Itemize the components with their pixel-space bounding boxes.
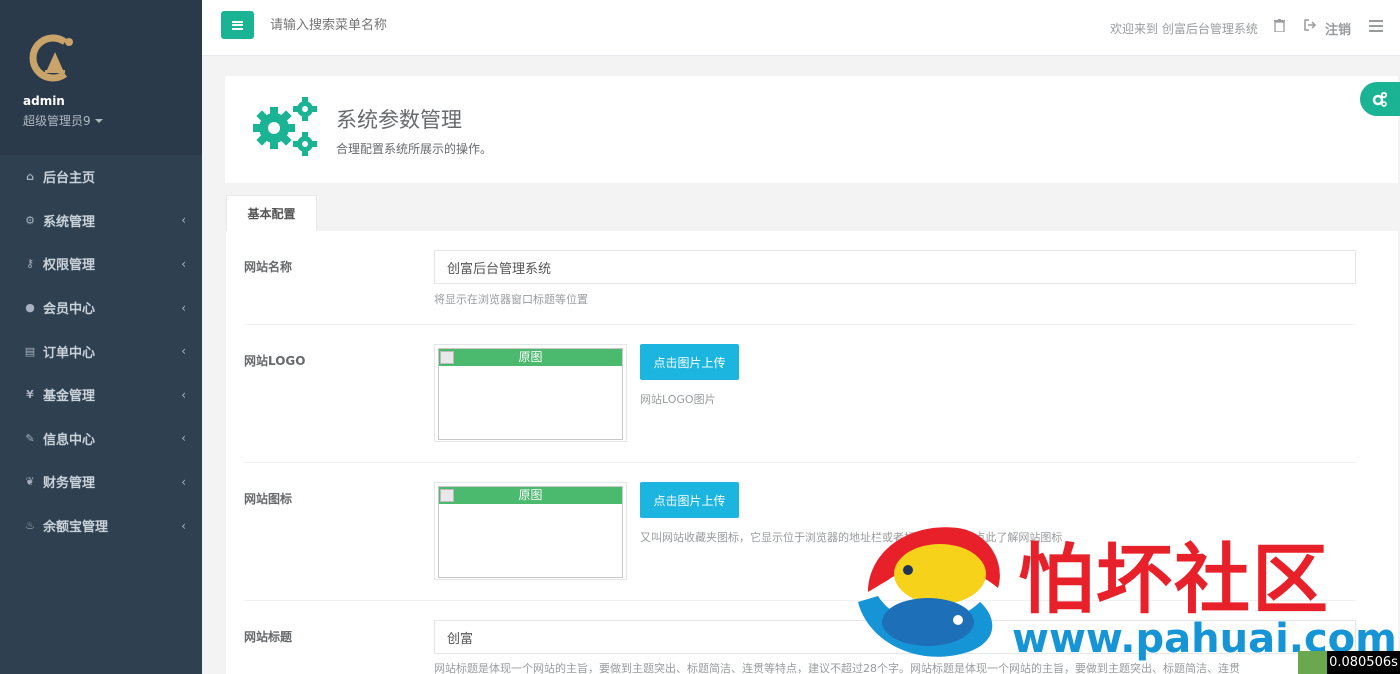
gears-icon [253, 97, 317, 156]
sidebar-item-1[interactable]: ⚙ 系统管理 ‹ [0, 199, 202, 243]
sidebar-item-label: 基金管理 [43, 389, 96, 405]
sidebar: admin 超级管理员9 ⌂ 后台主页 ⚙ 系统管理 ‹ ⚷ 权限管理 ‹ ● 会员中心 ‹ ▤ 订单中… [0, 0, 202, 674]
user-role-dropdown[interactable]: 超级管理员9 [23, 112, 202, 129]
search-input[interactable] [270, 18, 570, 33]
chevron-left-icon: ‹ [181, 474, 186, 489]
site-title-help: 网站标题是体现一个网站的主旨，要做到主题突出、标题简洁、连贯等特点，建议不超过2… [434, 662, 1240, 674]
sidebar-item-0[interactable]: ⌂ 后台主页 [0, 155, 202, 199]
caret-down-icon [94, 118, 103, 123]
debug-toolbar-icon[interactable] [1298, 651, 1327, 674]
site-logo-preview: 原图 [434, 344, 627, 442]
chevron-left-icon: ‹ [181, 256, 186, 271]
chevron-left-icon: ‹ [181, 344, 186, 359]
logout-link[interactable]: 注销 [1325, 19, 1351, 38]
sidebar-item-5[interactable]: ¥ 基金管理 ‹ [0, 373, 202, 417]
user-role: 超级管理员9 [23, 114, 91, 128]
site-name-help: 将显示在浏览器窗口标题等位置 [434, 293, 588, 306]
user-name[interactable]: admin [23, 94, 202, 108]
fire-icon: ♨ [25, 519, 35, 533]
sidebar-item-8[interactable]: ♨ 余额宝管理 ‹ [0, 504, 202, 548]
page-subtitle: 合理配置系统所展示的操作。 [336, 142, 493, 156]
thumb-caption: 原图 [439, 487, 622, 504]
welcome-text: 欢迎来到 创富后台管理系统 [1110, 22, 1258, 36]
sidebar-item-label: 权限管理 [43, 258, 96, 274]
upload-icon-button[interactable]: 点击图片上传 [640, 482, 739, 518]
sidebar-item-label: 余额宝管理 [43, 520, 109, 536]
broken-image-icon [440, 489, 454, 502]
tab-basic-config[interactable]: 基本配置 [226, 195, 317, 231]
site-icon-preview: 原图 [434, 482, 627, 580]
site-title-input[interactable]: 创富 [434, 620, 1356, 654]
gears-icon: ⚙ [25, 213, 35, 227]
config-form: 网站名称 创富后台管理系统 将显示在浏览器窗口标题等位置 网站LOGO 原图 点… [226, 231, 1398, 674]
sidebar-item-3[interactable]: ● 会员中心 ‹ [0, 286, 202, 330]
form-row-site-icon: 网站图标 原图 点击图片上传 又叫网站收藏夹图标，它显示位于浏览器的地址栏或者标… [244, 482, 1356, 602]
user-icon: ● [25, 301, 35, 315]
chevron-left-icon: ‹ [181, 518, 186, 533]
debug-timer[interactable]: 0.080506s [1327, 651, 1400, 674]
toggle-sidebar-button[interactable] [221, 11, 254, 39]
form-row-site-title: 网站标题 创富 网站标题是体现一个网站的主旨，要做到主题突出、标题简洁、连贯等特… [244, 620, 1356, 674]
profile-panel: admin 超级管理员9 [0, 0, 202, 155]
sidebar-item-label: 信息中心 [43, 432, 96, 448]
sidebar-item-label: 财务管理 [43, 476, 96, 492]
site-icon-label: 网站图标 [244, 492, 293, 506]
sidebar-item-2[interactable]: ⚷ 权限管理 ‹ [0, 242, 202, 286]
form-row-site-logo: 网站LOGO 原图 点击图片上传 网站LOGO图片 [244, 344, 1356, 464]
divider [244, 462, 1356, 463]
sidebar-nav: ⌂ 后台主页 ⚙ 系统管理 ‹ ⚷ 权限管理 ‹ ● 会员中心 ‹ ▤ 订单中心 ‹ ¥ 基金管理 ‹ ✎ 信息中心… [0, 155, 202, 547]
sidebar-item-label: 订单中心 [43, 345, 96, 361]
form-row-site-name: 网站名称 创富后台管理系统 将显示在浏览器窗口标题等位置 [244, 250, 1356, 310]
hamburger-icon [232, 20, 243, 30]
right-sidebar-toggle-icon[interactable] [1369, 20, 1383, 32]
sidebar-item-label: 后台主页 [43, 171, 96, 187]
site-icon-help: 又叫网站收藏夹图标，它显示位于浏览器的地址栏或者标...ico格式，点此了解网站… [640, 531, 1063, 544]
list-icon: ▤ [24, 344, 36, 358]
upload-logo-button[interactable]: 点击图片上传 [640, 344, 739, 380]
divider [244, 324, 1356, 325]
site-name-label: 网站名称 [244, 260, 293, 274]
chevron-left-icon: ‹ [181, 300, 186, 315]
chevron-left-icon: ‹ [181, 213, 186, 228]
chevron-left-icon: ‹ [181, 387, 186, 402]
leaf-icon: ❦ [25, 475, 35, 489]
wrench-icon: ✎ [25, 431, 35, 445]
settings-float-button[interactable] [1360, 82, 1400, 116]
sidebar-item-label: 会员中心 [43, 302, 96, 318]
cogs-icon [1372, 91, 1388, 107]
home-icon: ⌂ [26, 170, 34, 184]
top-navbar: 欢迎来到 创富后台管理系统 注销 [202, 0, 1400, 56]
site-logo-label: 网站LOGO [244, 354, 306, 368]
sidebar-item-label: 系统管理 [43, 214, 96, 230]
sidebar-item-4[interactable]: ▤ 订单中心 ‹ [0, 329, 202, 373]
trash-icon[interactable] [1274, 19, 1288, 35]
sidebar-item-6[interactable]: ✎ 信息中心 ‹ [0, 417, 202, 461]
yen-icon: ¥ [26, 388, 34, 402]
sign-out-icon[interactable] [1304, 19, 1317, 34]
divider [244, 600, 1356, 601]
chevron-left-icon: ‹ [181, 431, 186, 446]
logo-icon [29, 34, 73, 82]
site-name-input[interactable]: 创富后台管理系统 [434, 250, 1356, 284]
broken-image-icon [440, 351, 454, 364]
key-icon: ⚷ [25, 257, 35, 271]
site-title-label: 网站标题 [244, 630, 293, 644]
thumb-caption: 原图 [439, 349, 622, 366]
page-header: 系统参数管理 合理配置系统所展示的操作。 [225, 76, 1398, 183]
page-title: 系统参数管理 [336, 108, 462, 132]
sidebar-item-7[interactable]: ❦ 财务管理 ‹ [0, 460, 202, 504]
site-logo-help: 网站LOGO图片 [640, 393, 716, 406]
